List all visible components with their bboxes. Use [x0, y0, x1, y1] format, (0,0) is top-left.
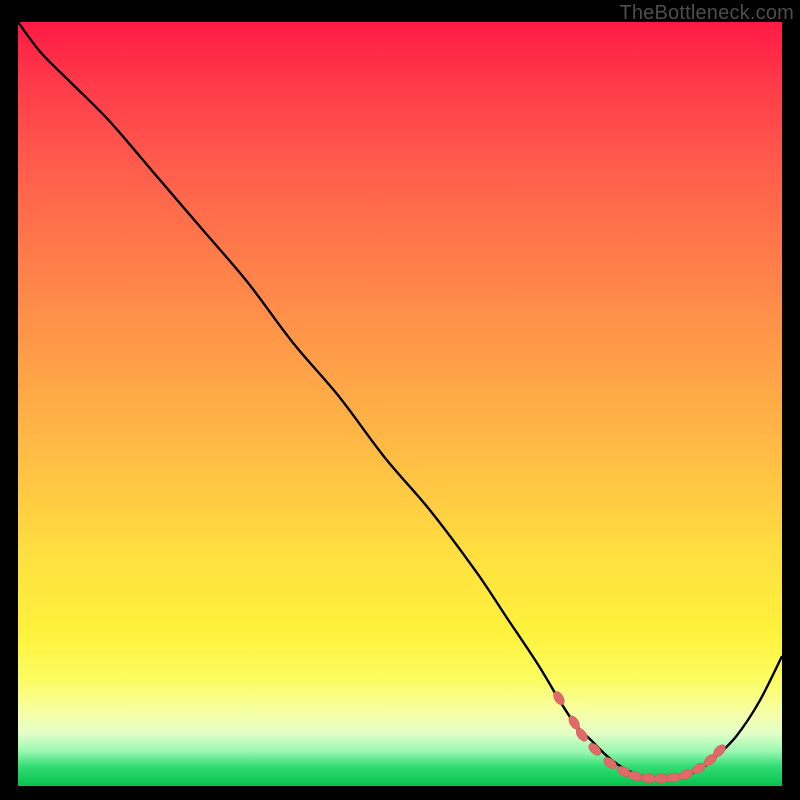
curve-marker [641, 773, 656, 783]
curve-layer [18, 22, 782, 786]
bottleneck-curve [18, 22, 782, 779]
watermark-text: TheBottleneck.com [619, 2, 794, 25]
chart-frame: TheBottleneck.com [0, 0, 800, 800]
plot-area [18, 22, 782, 786]
curve-markers [551, 690, 727, 784]
